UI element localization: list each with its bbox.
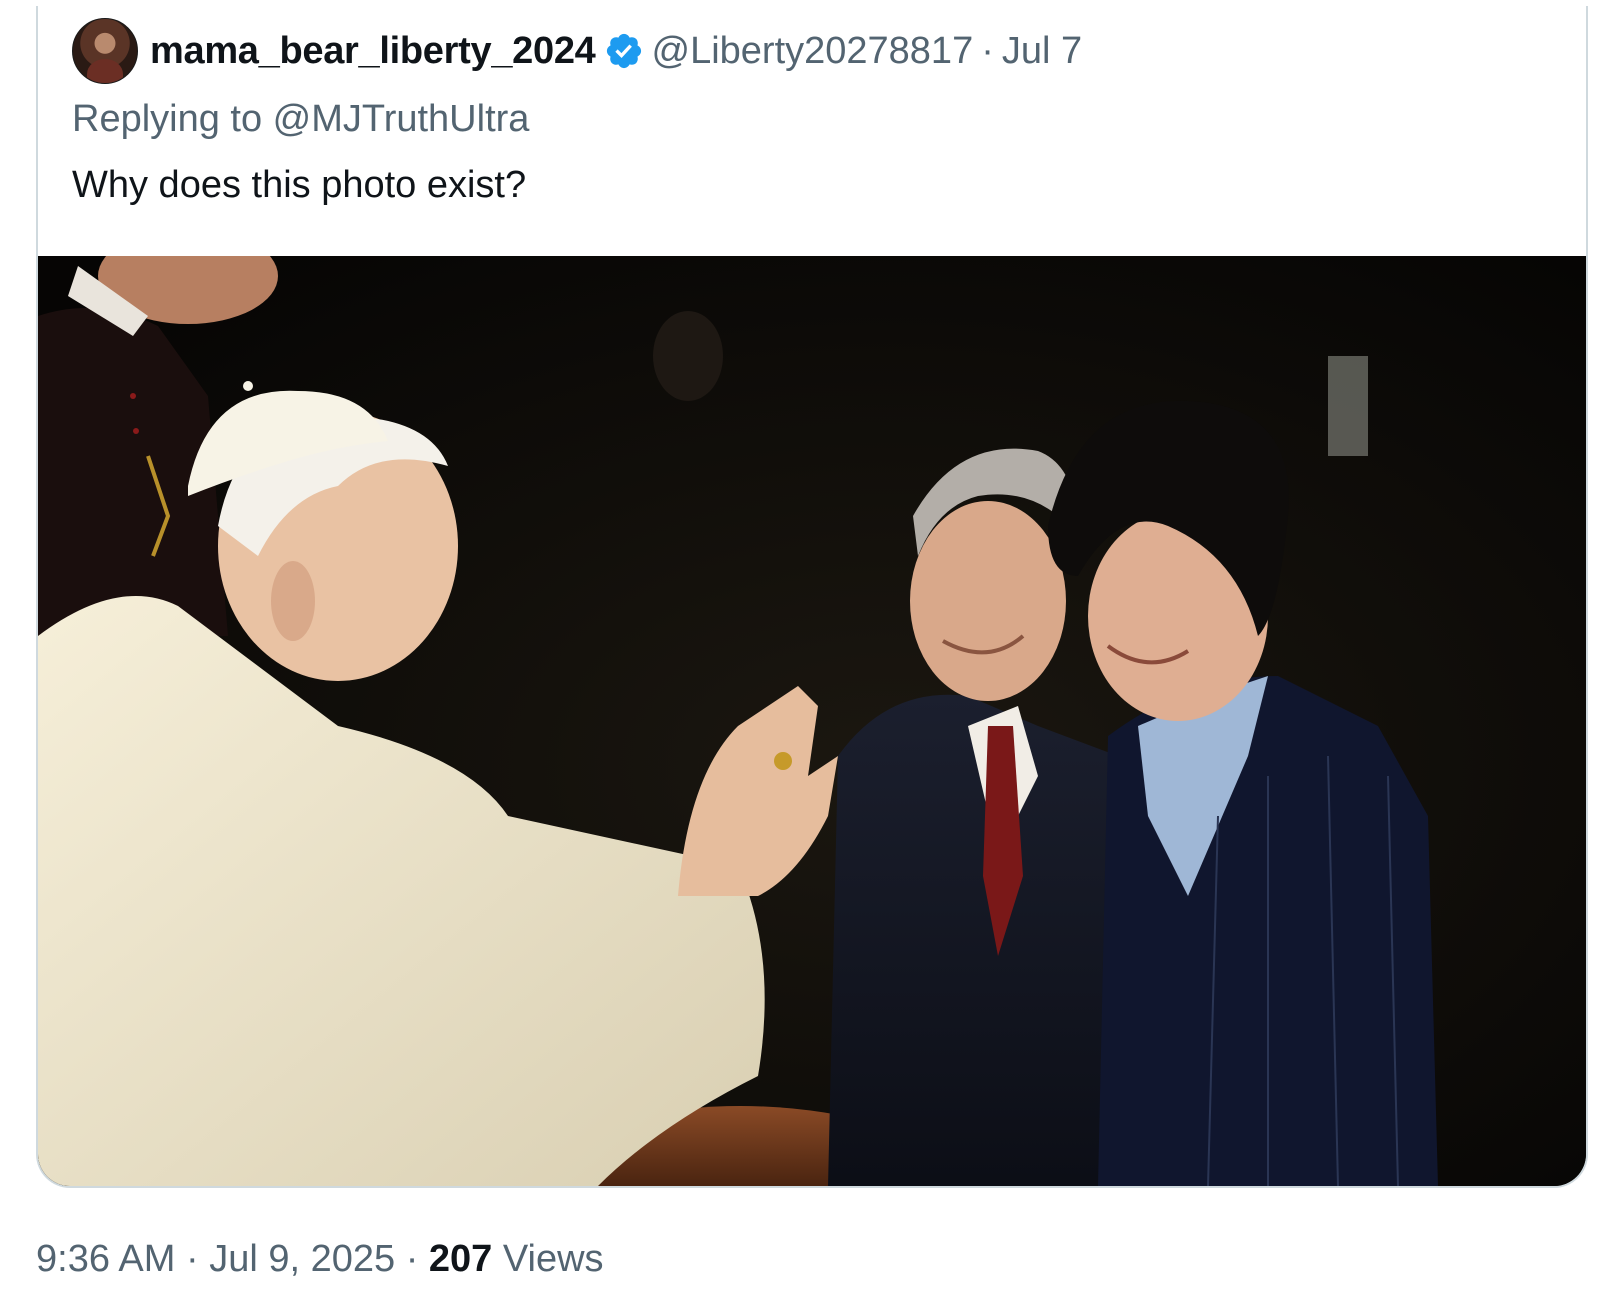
views-label[interactable]: Views — [503, 1238, 604, 1280]
verified-badge-icon — [606, 33, 641, 69]
replying-to-label: Replying to — [72, 98, 273, 140]
photo-illustration — [38, 256, 1586, 1186]
post-full-date[interactable]: Jul 9, 2025 — [209, 1238, 395, 1280]
quoted-post-card[interactable]: mama_bear_liberty_2024 @Liberty20278817 … — [36, 6, 1588, 1188]
post-photo[interactable] — [38, 256, 1586, 1186]
replying-to-mention[interactable]: @MJTruthUltra — [273, 98, 530, 140]
post-date[interactable]: Jul 7 — [1002, 30, 1082, 73]
avatar[interactable] — [72, 18, 138, 84]
post-time[interactable]: 9:36 AM — [36, 1238, 175, 1280]
post-meta: 9:36 AM · Jul 9, 2025 · 207 Views — [36, 1238, 604, 1281]
post-text: Why does this photo exist? — [72, 164, 527, 206]
replying-to: Replying to @MJTruthUltra — [72, 98, 529, 141]
separator-dot: · — [981, 29, 994, 72]
author-display-name[interactable]: mama_bear_liberty_2024 — [150, 30, 596, 73]
author-handle[interactable]: @Liberty20278817 — [652, 30, 974, 73]
tweet-detail: mama_bear_liberty_2024 @Liberty20278817 … — [0, 0, 1620, 1310]
meta-separator: · — [405, 1238, 419, 1280]
meta-separator: · — [185, 1238, 199, 1280]
views-count[interactable]: 207 — [429, 1238, 492, 1280]
post-header: mama_bear_liberty_2024 @Liberty20278817 … — [72, 16, 1082, 86]
